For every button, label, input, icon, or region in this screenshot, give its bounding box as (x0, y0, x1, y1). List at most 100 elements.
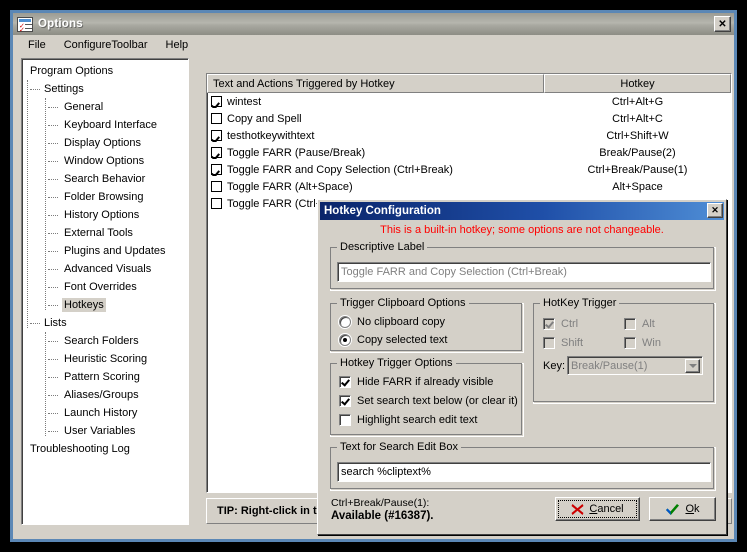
checkbox-modifier-alt[interactable]: Alt (624, 316, 655, 332)
window-titlebar: ✓ ✓ Options ✕ (13, 13, 734, 35)
tree-item-launch-history[interactable]: Launch History (26, 404, 188, 422)
ok-button[interactable]: Ok (649, 497, 716, 521)
hotkey-enabled-checkbox[interactable] (211, 147, 222, 158)
tree-item-label: Font Overrides (64, 281, 137, 293)
tree-item-font-overrides[interactable]: Font Overrides (26, 278, 188, 296)
window-close-button[interactable]: ✕ (714, 16, 731, 32)
hotkey-action-label: Toggle FARR and Copy Selection (Ctrl+Bre… (227, 163, 453, 176)
tree-item-aliases-groups[interactable]: Aliases/Groups (26, 386, 188, 404)
menu-item-help[interactable]: Help (157, 37, 198, 53)
tree-item-pattern-scoring[interactable]: Pattern Scoring (26, 368, 188, 386)
key-label: Key: (543, 360, 566, 372)
desktop-background: ✓ ✓ Options ✕ File ConfigureToolbar Help… (0, 0, 747, 552)
tree-item-settings[interactable]: Settings (26, 80, 188, 98)
tree-connector (48, 359, 58, 360)
tree-connector (30, 89, 40, 90)
tree-item-external-tools[interactable]: External Tools (26, 224, 188, 242)
tree-connector (48, 377, 58, 378)
checkbox-hide-farr-if-visible-indicator (339, 376, 351, 388)
checkbox-modifier-ctrl[interactable]: Ctrl (543, 316, 578, 332)
hotkey-row[interactable]: Toggle FARR (Pause/Break) Break/Pause(2) (207, 144, 731, 161)
tree-item-display-options[interactable]: Display Options (26, 134, 188, 152)
listview-rows: wintest Ctrl+Alt+G Copy and Spell Ctrl+Alt+… (207, 93, 731, 212)
tree-item-window-options[interactable]: Window Options (26, 152, 188, 170)
descriptive-label-input[interactable]: Toggle FARR and Copy Selection (Ctrl+Bre… (337, 262, 711, 282)
cancel-button[interactable]: Cancel (555, 497, 640, 521)
checkbox-highlight-search-edit-text[interactable]: Highlight search edit text (339, 412, 477, 428)
hotkey-enabled-checkbox[interactable] (211, 130, 222, 141)
chevron-down-icon[interactable] (685, 359, 700, 373)
hotkey-enabled-checkbox[interactable] (211, 164, 222, 175)
hotkey-combo-label: Ctrl+Alt+C (612, 112, 663, 125)
cancel-button-focus-ring (558, 500, 637, 518)
checkbox-set-search-text-below-label: Set search text below (or clear it) (357, 395, 518, 407)
options-tree: Program Options Settings General Keyboard I… (22, 59, 188, 524)
hotkey-row[interactable]: Toggle FARR and Copy Selection (Ctrl+Bre… (207, 161, 731, 178)
hotkey-enabled-checkbox[interactable] (211, 198, 222, 209)
checkbox-modifier-win[interactable]: Win (624, 335, 661, 351)
tree-item-label: General (64, 101, 104, 113)
checkbox-modifier-shift[interactable]: Shift (543, 335, 583, 351)
options-tree-panel[interactable]: Program Options Settings General Keyboard I… (21, 58, 189, 525)
hotkey-trigger-group-title: HotKey Trigger (540, 297, 620, 309)
hotkey-status-line2: Available (#16387). (331, 510, 434, 522)
radio-copy-selected-text-label: Copy selected text (357, 334, 448, 346)
hotkey-row[interactable]: Toggle FARR (Alt+Space) Alt+Space (207, 178, 731, 195)
hotkey-enabled-checkbox[interactable] (211, 113, 222, 124)
tree-item-search-behavior[interactable]: Search Behavior (26, 170, 188, 188)
hotkey-row[interactable]: wintest Ctrl+Alt+G (207, 93, 731, 110)
tree-connector (48, 395, 58, 396)
tree-guide-settings-children (45, 98, 46, 310)
tree-item-heuristic-scoring[interactable]: Heuristic Scoring (26, 350, 188, 368)
key-combobox-value: Break/Pause(1) (571, 359, 648, 372)
options-checklist-icon: ✓ ✓ (17, 16, 33, 33)
tree-connector (48, 233, 58, 234)
tree-item-hotkeys[interactable]: Hotkeys (26, 296, 188, 314)
radio-no-clipboard-copy[interactable]: No clipboard copy (339, 314, 445, 330)
tree-item-keyboard-interface[interactable]: Keyboard Interface (26, 116, 188, 134)
dialog-close-button[interactable]: ✕ (707, 203, 723, 218)
hotkey-enabled-checkbox[interactable] (211, 181, 222, 192)
tree-item-label: Troubleshooting Log (30, 443, 130, 455)
checkbox-hide-farr-if-visible[interactable]: Hide FARR if already visible (339, 374, 493, 390)
column-header-hotkey[interactable]: Hotkey (544, 74, 731, 93)
search-text-input[interactable]: search %cliptext% (337, 462, 711, 482)
key-combobox[interactable]: Break/Pause(1) (567, 356, 703, 375)
hotkey-combo-label: Break/Pause(2) (599, 146, 676, 159)
tree-item-advanced-visuals[interactable]: Advanced Visuals (26, 260, 188, 278)
menu-item-file[interactable]: File (19, 37, 55, 53)
hotkey-row-action-cell: Toggle FARR and Copy Selection (Ctrl+Bre… (207, 164, 544, 176)
tree-item-lists[interactable]: Lists (26, 314, 188, 332)
checkbox-modifier-ctrl-indicator (543, 318, 555, 330)
column-header-action[interactable]: Text and Actions Triggered by Hotkey (207, 74, 544, 93)
radio-copy-selected-text[interactable]: Copy selected text (339, 332, 448, 348)
tree-item-user-variables[interactable]: User Variables (26, 422, 188, 440)
tree-item-troubleshooting-log[interactable]: Troubleshooting Log (26, 440, 188, 458)
tree-item-label: Pattern Scoring (64, 371, 140, 383)
tree-item-label: Folder Browsing (64, 191, 144, 203)
hotkey-combo-label: Ctrl+Alt+G (611, 95, 664, 108)
tree-item-label: Heuristic Scoring (64, 353, 148, 365)
tree-item-label: Aliases/Groups (64, 389, 139, 401)
dialog-titlebar: Hotkey Configuration ✕ (320, 202, 724, 220)
checkbox-set-search-text-below[interactable]: Set search text below (or clear it) (339, 393, 518, 409)
descriptive-label-group-title: Descriptive Label (337, 241, 428, 253)
hotkey-row-action-cell: Toggle FARR (Alt+Space) (207, 181, 544, 193)
tree-item-folder-browsing[interactable]: Folder Browsing (26, 188, 188, 206)
tree-item-program-options[interactable]: Program Options (26, 62, 188, 80)
hotkey-row[interactable]: testhotkeywithtext Ctrl+Shift+W (207, 127, 731, 144)
green-check-icon (666, 503, 680, 515)
hotkey-enabled-checkbox[interactable] (211, 96, 222, 107)
hotkey-action-label: wintest (227, 95, 262, 108)
trigger-clipboard-options-group: Trigger Clipboard Options No clipboard c… (330, 297, 524, 353)
tree-item-search-folders[interactable]: Search Folders (26, 332, 188, 350)
tree-item-plugins-and-updates[interactable]: Plugins and Updates (26, 242, 188, 260)
tree-item-label: Advanced Visuals (64, 263, 152, 275)
tree-item-history-options[interactable]: History Options (26, 206, 188, 224)
tree-connector (48, 287, 58, 288)
tree-item-general[interactable]: General (26, 98, 188, 116)
hotkey-row[interactable]: Copy and Spell Ctrl+Alt+C (207, 110, 731, 127)
hotkey-configuration-dialog: Hotkey Configuration ✕ This is a built-i… (317, 199, 727, 535)
hotkey-row-action-cell: testhotkeywithtext (207, 130, 544, 142)
menu-item-configuretoolbar[interactable]: ConfigureToolbar (55, 37, 157, 53)
